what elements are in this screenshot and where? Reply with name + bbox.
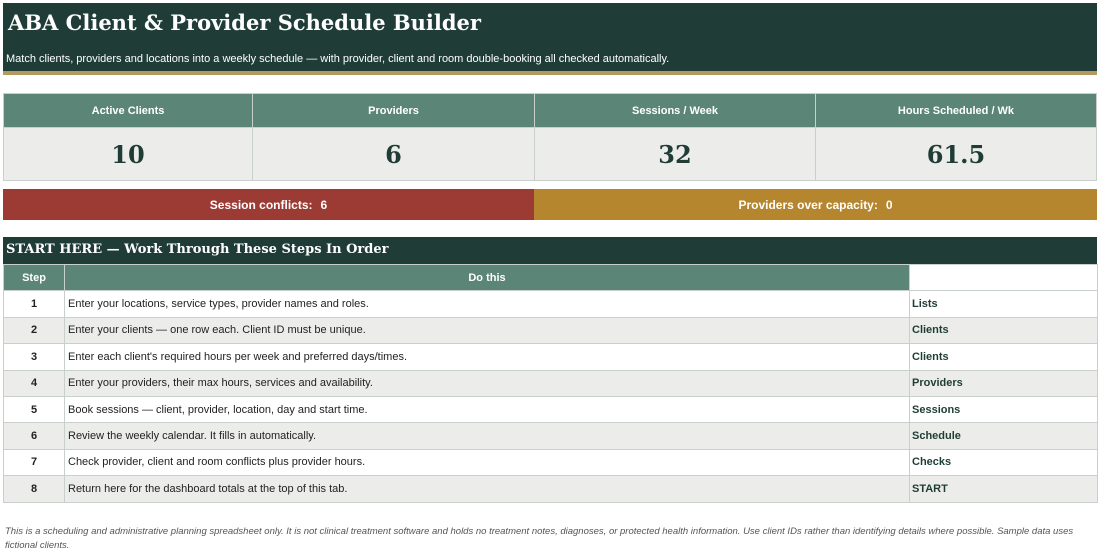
- step-instruction[interactable]: Return here for the dashboard totals at …: [64, 475, 910, 503]
- page-title: ABA Client & Provider Schedule Builder: [8, 10, 481, 35]
- step-tab-link[interactable]: Providers: [909, 369, 1098, 397]
- session-conflicts-cell[interactable]: Session conflicts: 6: [3, 189, 534, 220]
- step-tab-link[interactable]: Sessions: [909, 395, 1098, 424]
- step-instruction[interactable]: Check provider, client and room conflict…: [64, 448, 910, 477]
- column-header-do-this[interactable]: Do this: [64, 263, 910, 292]
- kpi-dashboard: Active Clients Providers Sessions / Week…: [3, 93, 1097, 181]
- step-number[interactable]: 6: [3, 422, 65, 450]
- table-row: 1 Enter your locations, service types, p…: [3, 290, 1098, 318]
- header-divider: [3, 71, 1097, 75]
- table-row: 7 Check provider, client and room confli…: [3, 448, 1098, 477]
- table-row: 3 Enter each client's required hours per…: [3, 343, 1098, 371]
- kpi-value-active-clients[interactable]: 10: [4, 127, 253, 180]
- steps-table: Step Do this 1 Enter your locations, ser…: [3, 263, 1098, 503]
- session-conflicts-label: Session conflicts:: [209, 197, 313, 212]
- step-instruction[interactable]: Enter your locations, service types, pro…: [64, 290, 910, 318]
- step-instruction[interactable]: Enter your clients — one row each. Clien…: [64, 316, 910, 345]
- step-instruction[interactable]: Book sessions — client, provider, locati…: [64, 395, 910, 424]
- step-tab-link[interactable]: Clients: [909, 343, 1098, 371]
- step-tab-link[interactable]: Lists: [909, 290, 1098, 318]
- step-number[interactable]: 2: [3, 316, 65, 345]
- step-number[interactable]: 8: [3, 475, 65, 503]
- step-number[interactable]: 4: [3, 369, 65, 397]
- kpi-value-sessions-week[interactable]: 32: [535, 127, 816, 180]
- step-number[interactable]: 3: [3, 343, 65, 371]
- kpi-label-active-clients[interactable]: Active Clients: [4, 94, 253, 127]
- step-instruction[interactable]: Enter each client's required hours per w…: [64, 343, 910, 371]
- step-number[interactable]: 1: [3, 290, 65, 318]
- kpi-label-providers[interactable]: Providers: [253, 94, 535, 127]
- step-tab-link[interactable]: Checks: [909, 448, 1098, 477]
- table-row: 6 Review the weekly calendar. It fills i…: [3, 422, 1098, 450]
- step-instruction[interactable]: Enter your providers, their max hours, s…: [64, 369, 910, 397]
- step-tab-link[interactable]: Schedule: [909, 422, 1098, 450]
- session-conflicts-value: 6: [320, 197, 328, 212]
- step-number[interactable]: 5: [3, 395, 65, 424]
- kpi-label-hours-scheduled[interactable]: Hours Scheduled / Wk: [816, 94, 1096, 127]
- providers-over-capacity-value: 0: [885, 197, 893, 212]
- steps-header-row: Step Do this: [3, 263, 1098, 292]
- steps-banner: START HERE — Work Through These Steps In…: [3, 237, 1097, 264]
- disclaimer-footnote: This is a scheduling and administrative …: [5, 526, 1074, 551]
- header-banner: ABA Client & Provider Schedule Builder M…: [3, 3, 1097, 71]
- kpi-value-providers[interactable]: 6: [253, 127, 535, 180]
- column-header-blank[interactable]: [909, 263, 1098, 292]
- status-row: Session conflicts: 6 Providers over capa…: [3, 189, 1097, 220]
- kpi-label-sessions-week[interactable]: Sessions / Week: [535, 94, 816, 127]
- steps-title: START HERE — Work Through These Steps In…: [6, 242, 389, 257]
- providers-over-capacity-cell[interactable]: Providers over capacity: 0: [534, 189, 1097, 220]
- column-header-step[interactable]: Step: [3, 263, 65, 292]
- step-instruction[interactable]: Review the weekly calendar. It fills in …: [64, 422, 910, 450]
- table-row: 2 Enter your clients — one row each. Cli…: [3, 316, 1098, 345]
- table-row: 5 Book sessions — client, provider, loca…: [3, 395, 1098, 424]
- step-tab-link[interactable]: START: [909, 475, 1098, 503]
- table-row: 4 Enter your providers, their max hours,…: [3, 369, 1098, 397]
- providers-over-capacity-label: Providers over capacity:: [738, 197, 878, 212]
- step-tab-link[interactable]: Clients: [909, 316, 1098, 345]
- step-number[interactable]: 7: [3, 448, 65, 477]
- kpi-value-hours-scheduled[interactable]: 61.5: [816, 127, 1096, 180]
- table-row: 8 Return here for the dashboard totals a…: [3, 475, 1098, 503]
- page-subtitle: Match clients, providers and locations i…: [6, 53, 670, 65]
